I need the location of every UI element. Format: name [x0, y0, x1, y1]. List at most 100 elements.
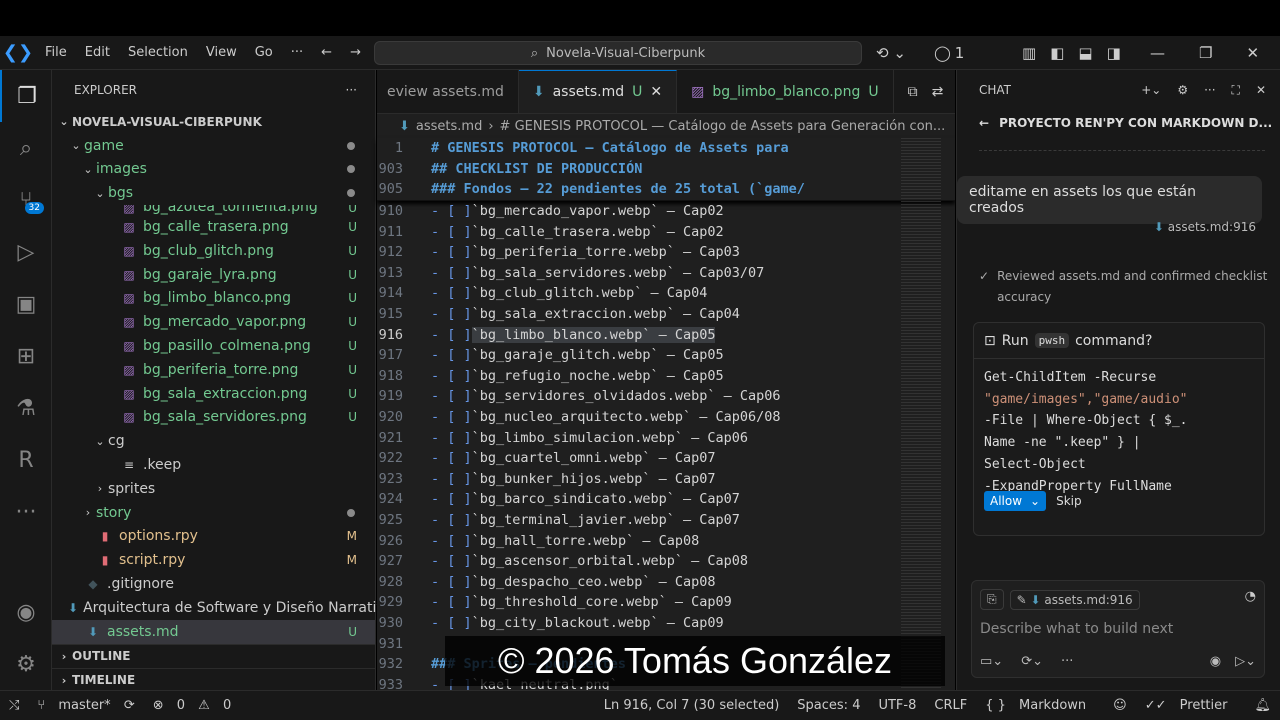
allow-button[interactable]: Allow ⌄	[984, 491, 1047, 511]
prettier-status[interactable]: ✓✓ Prettier	[1136, 698, 1246, 713]
tree-item[interactable]: ⌄ game	[52, 134, 375, 158]
code-line[interactable]: 912 - [ ] `bg_periferia_torre.webp` — Cap…	[377, 242, 955, 263]
code-line[interactable]: 903 ## CHECKLIST DE PRODUCCIÓN	[377, 159, 955, 180]
language-mode[interactable]: { } Markdown	[976, 698, 1104, 713]
chat-input-box[interactable]: ⎘ ✎ ⬇ assets.md:916 ◔ Describe what to b…	[971, 580, 1265, 678]
outline-section[interactable]: › OUTLINE	[52, 644, 376, 668]
tools-more-icon[interactable]: ···	[1061, 654, 1073, 669]
explorer-more-icon[interactable]: ···	[346, 83, 357, 97]
restore-icon[interactable]: ❐	[1199, 44, 1212, 62]
search-activity-icon[interactable]: ⌕	[0, 122, 52, 174]
toggle-sidebar-icon[interactable]: ◧	[1050, 44, 1064, 62]
end-of-line[interactable]: CRLF	[925, 698, 976, 713]
code-line[interactable]: 917 - [ ] `bg_garaje_glitch.webp` — Cap05	[377, 345, 955, 366]
remote-icon[interactable]: ⤭	[0, 698, 28, 713]
code-line[interactable]: 924 - [ ] `bg_barco_sindicato.webp` — Cap…	[377, 489, 955, 510]
forward-arrow-icon[interactable]: →	[341, 36, 370, 70]
encoding[interactable]: UTF-8	[869, 698, 925, 713]
minimap[interactable]	[901, 138, 941, 688]
copilot-icon[interactable]: ⟲ ⌄	[876, 41, 906, 65]
mode-picker-icon[interactable]: ▭⌄	[980, 654, 1003, 669]
tree-item[interactable]: ⬇ Arquitectura de Software y Diseño Narra…	[52, 596, 411, 620]
tree-item[interactable]: › sprites	[52, 477, 375, 501]
menu-selection[interactable]: Selection	[119, 36, 197, 70]
code-line[interactable]: 925 - [ ] `bg_terminal_javier.webp` — Cap…	[377, 510, 955, 531]
open-preview-icon[interactable]: ⧉	[908, 84, 918, 100]
cursor-position[interactable]: Ln 916, Col 7 (30 selected)	[595, 698, 789, 713]
testing-icon[interactable]: ⚗	[0, 382, 52, 434]
copilot-status-icon[interactable]: ☺	[1104, 698, 1136, 713]
menu-go[interactable]: Go	[246, 36, 282, 70]
code-line[interactable]: 916 - [ ] `bg_limbo_blanco.webp` — Cap05	[377, 324, 955, 345]
code-line[interactable]: 922 - [ ] `bg_cuartel_omni.webp` — Cap07	[377, 448, 955, 469]
more-activity-icon[interactable]: ···	[0, 486, 52, 538]
extensions-icon[interactable]: ⊞	[0, 330, 52, 382]
tree-item[interactable]: ▨ bg_sala_servidores.png U	[52, 406, 375, 430]
menu-file[interactable]: File	[36, 36, 76, 70]
chat-input-placeholder[interactable]: Describe what to build next	[980, 621, 1173, 637]
chat-settings-icon[interactable]: ⚙	[1177, 83, 1188, 98]
code-line[interactable]: 911 - [ ] `bg_calle_trasera.webp` — Cap02	[377, 221, 955, 242]
context-chip[interactable]: ✎ ⬇ assets.md:916	[1009, 589, 1140, 610]
chat-more-icon[interactable]: ···	[1204, 83, 1215, 98]
new-chat-icon[interactable]: +⌄	[1141, 83, 1161, 98]
tree-item[interactable]: ⌄ images	[52, 158, 375, 182]
tree-item[interactable]: ⌄ cg	[52, 429, 375, 453]
command-center[interactable]: ⌕ Novela-Visual-Ciberpunk	[374, 41, 862, 65]
tree-item[interactable]: ▮ script.rpy M	[52, 548, 375, 572]
tree-item[interactable]: ▨ bg_sala_extraccion.png U	[52, 382, 375, 406]
settings-gear-icon[interactable]: ⚙	[0, 638, 52, 690]
back-arrow-icon[interactable]: ←	[979, 116, 989, 130]
code-line[interactable]: 929 - [ ] `bg_threshold_core.webp` — Cap0…	[377, 592, 955, 613]
skip-button[interactable]: Skip	[1056, 494, 1082, 508]
tree-item[interactable]: ⌄ bgs	[52, 181, 375, 205]
close-tab-icon[interactable]: ✕	[650, 84, 662, 100]
sticky-scroll[interactable]: 1 # GENESIS PROTOCOL — Catálogo de Assets…	[377, 138, 955, 201]
code-line[interactable]: 920 - [ ] `bg_nucleo_arquitecto.webp` — C…	[377, 407, 955, 428]
code-line[interactable]: 905 ### Fondos — 22 pendientes de 25 tota…	[377, 179, 955, 200]
tab-assets-md[interactable]: ⬇ assets.md U ✕	[518, 70, 678, 113]
more-menu-icon[interactable]: ···	[282, 36, 312, 70]
tab-bg-limbo-blanco[interactable]: ▨ bg_limbo_blanco.png U	[677, 70, 894, 113]
maximize-icon[interactable]: ⛶	[1232, 83, 1240, 98]
notifications-bell-icon[interactable]: 🔔︎	[1245, 698, 1280, 713]
menu-view[interactable]: View	[197, 36, 246, 70]
source-control-icon[interactable]: ⑂ 32	[0, 174, 52, 226]
model-picker-icon[interactable]: ⟳⌄	[1021, 654, 1043, 669]
indentation[interactable]: Spaces: 4	[788, 698, 869, 713]
code-line[interactable]: 918 - [ ] `bg_refugio_noche.webp` — Cap05	[377, 366, 955, 387]
tree-item[interactable]: ▮ options.rpy M	[52, 525, 375, 549]
tree-item[interactable]: › story	[52, 501, 375, 525]
user-message-reference[interactable]: ⬇ assets.md:916	[1154, 220, 1256, 234]
tab-preview-assets[interactable]: eview assets.md	[377, 70, 519, 113]
tree-item[interactable]: ▨ bg_garaje_lyra.png U	[52, 263, 375, 287]
toggle-panel-icon[interactable]: ⬓	[1078, 44, 1092, 62]
layout-icon[interactable]: ▥	[1022, 44, 1036, 62]
context-usage-icon[interactable]: ◔	[1245, 589, 1256, 604]
code-editor[interactable]: 1 # GENESIS PROTOCOL — Catálogo de Assets…	[377, 138, 955, 695]
send-icon[interactable]: ▷⌄	[1235, 654, 1256, 669]
code-line[interactable]: 914 - [ ] `bg_club_glitch.webp` — Cap04	[377, 283, 955, 304]
timeline-section[interactable]: › TIMELINE	[52, 667, 376, 692]
code-line[interactable]: 928 - [ ] `bg_despacho_ceo.webp` — Cap08	[377, 571, 955, 592]
tree-item[interactable]: ▨ bg_club_glitch.png U	[52, 239, 375, 263]
account-icon[interactable]: ◉	[0, 586, 52, 638]
menu-edit[interactable]: Edit	[76, 36, 119, 70]
code-line[interactable]: 1 # GENESIS PROTOCOL — Catálogo de Assets…	[377, 138, 955, 159]
chevron-down-icon[interactable]: ⌄	[1030, 494, 1040, 508]
code-line[interactable]: 919 - [ ] `bg_servidores_olvidados.webp` …	[377, 386, 955, 407]
breadcrumb-section[interactable]: # GENESIS PROTOCOL — Catálogo de Assets …	[500, 119, 946, 134]
code-line[interactable]: 921 - [ ] `bg_limbo_simulacion.webp` — Ca…	[377, 427, 955, 448]
tree-item[interactable]: ▨ bg_limbo_blanco.png U	[52, 287, 375, 311]
branch-status[interactable]: ⑂ master* ⟳	[28, 698, 143, 713]
close-chat-icon[interactable]: ✕	[1256, 83, 1266, 98]
tree-item[interactable]: ⬇ assets.md U	[52, 619, 375, 644]
code-line[interactable]: 923 - [ ] `bg_bunker_hijos.webp` — Cap07	[377, 469, 955, 490]
r-extension-icon[interactable]: R	[0, 434, 52, 486]
tree-item[interactable]: ▨ bg_calle_trasera.png U	[52, 215, 375, 239]
tree-item[interactable]: ◆ .gitignore	[52, 572, 375, 596]
tree-item[interactable]: ▨ bg_periferia_torre.png U	[52, 358, 375, 382]
close-window-icon[interactable]: ✕	[1246, 44, 1259, 62]
code-line[interactable]: 913 - [ ] `bg_sala_servidores.webp` — Cap…	[377, 263, 955, 284]
tree-item[interactable]: ▨ bg_azotea_tormenta.png U	[52, 205, 375, 215]
